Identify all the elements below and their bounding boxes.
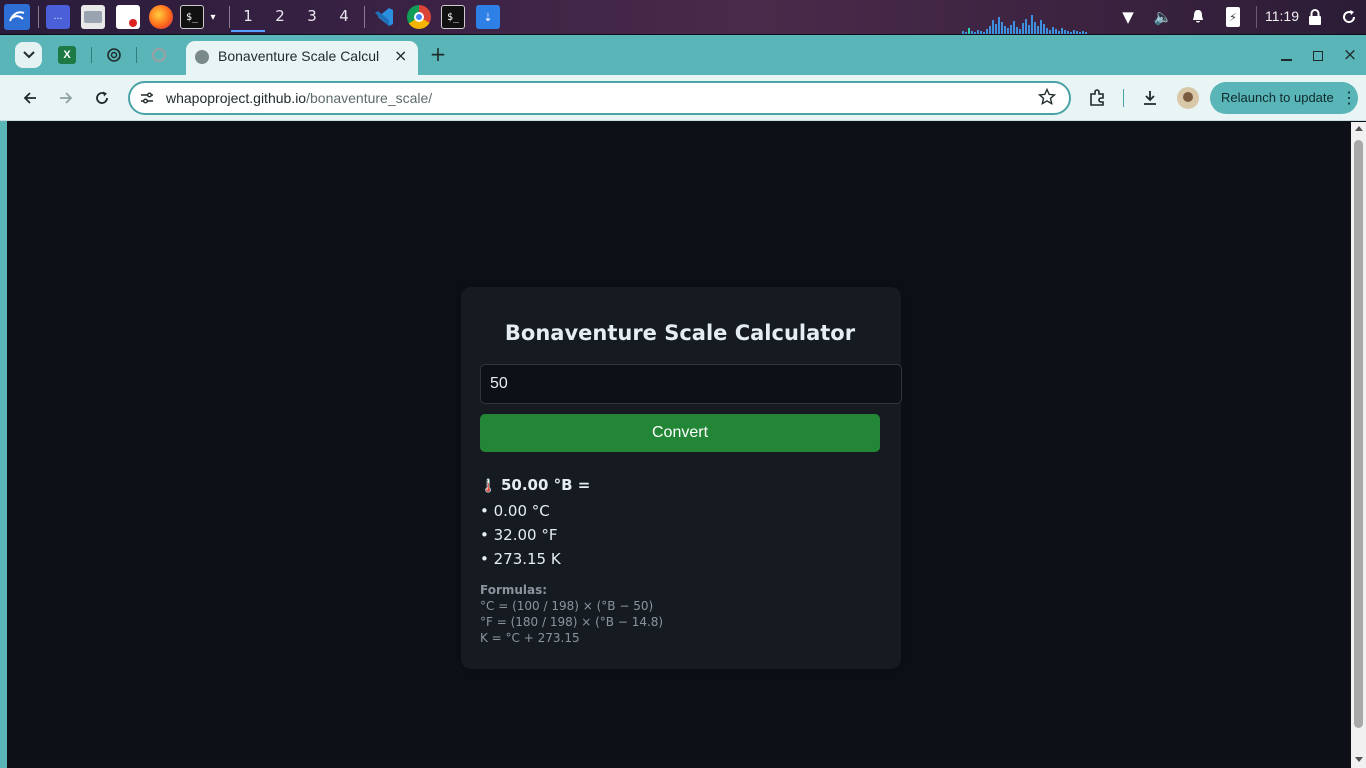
lock-icon[interactable] [1303,5,1327,29]
page-title: Bonaventure Scale Calculator [504,321,856,345]
text-editor-icon[interactable] [116,5,140,29]
extensions-icon[interactable] [1087,88,1107,108]
volume-icon[interactable]: 🔈 [1151,5,1175,29]
more-menu-icon[interactable]: ⋮ [1341,88,1357,108]
file-manager-icon[interactable] [81,5,105,29]
tab-bonaventure[interactable]: Bonaventure Scale Calcul × [186,41,418,75]
chrome-icon[interactable] [407,5,431,29]
scrollbar-thumb[interactable] [1354,140,1363,728]
notification-bell-icon[interactable] [1186,5,1210,29]
minimize-button[interactable] [1276,46,1296,66]
result-input-value: 50.00 °B = [500,476,591,494]
chevron-down-icon[interactable]: ▾ [206,5,220,29]
url-text[interactable]: whapoproject.github.io/bonaventure_scale… [166,90,432,106]
close-icon[interactable]: × [394,46,407,65]
result-celsius: • 0.00 °C [480,502,550,520]
downloads-folder-icon[interactable]: ⇣ [476,5,500,29]
tab-title: Bonaventure Scale Calcul [218,48,380,64]
taskbar: … $_ ▾ 1 2 3 4 $_ ⇣ ▼ 🔈 ⚡ 11:19 [0,0,1366,34]
audio-visualizer [962,10,1110,34]
result-kelvin: • 273.15 K [480,550,561,568]
formulas-section: Formulas: °C = (100 / 198) × (°B − 50) °… [480,582,663,646]
workspace-1[interactable]: 1 [231,7,265,32]
result-head: 🌡️ 50.00 °B = [480,473,590,499]
workspace-preview-icon[interactable]: … [46,5,70,29]
terminal-icon[interactable]: $_ [180,5,204,29]
site-info-icon[interactable] [139,90,155,106]
formulas-heading: Formulas: [480,583,548,597]
refresh-icon[interactable] [1337,5,1361,29]
result-panel: 🌡️ 50.00 °B = • 0.00 °C • 32.00 °F • 273… [480,473,590,571]
new-tab-button[interactable]: + [428,42,448,66]
excel-tab-icon[interactable]: X [58,46,76,64]
forward-button[interactable] [56,88,76,108]
chatgpt-tab-icon[interactable] [105,46,123,64]
formula-celsius: °C = (100 / 198) × (°B − 50) [480,599,654,613]
kali-menu-icon[interactable] [4,4,30,30]
calculator-card: Bonaventure Scale Calculator Convert 🌡️ … [461,287,902,669]
back-button[interactable] [20,88,40,108]
convert-button[interactable]: Convert [480,414,880,452]
window-border [0,35,7,768]
page-scrollbar[interactable] [1351,122,1366,768]
thermometer-icon: 🌡️ [480,479,497,494]
firefox-icon[interactable] [149,5,173,29]
muted-tab-icon[interactable] [150,46,168,64]
wifi-icon[interactable]: ▼ [1116,5,1140,29]
terminal-icon[interactable]: $_ [441,5,465,29]
globe-icon [195,50,209,64]
tab-search-button[interactable] [15,42,42,68]
relaunch-button[interactable]: Relaunch to update ⋮ [1210,82,1358,114]
address-bar[interactable]: whapoproject.github.io/bonaventure_scale… [128,81,1071,115]
workspace-2[interactable]: 2 [269,7,291,25]
vscode-icon[interactable] [372,5,396,29]
result-fahrenheit: • 32.00 °F [480,526,558,544]
bonaventure-input[interactable] [480,364,902,404]
formula-kelvin: K = °C + 273.15 [480,631,580,645]
reload-button[interactable] [92,88,112,108]
workspace-3[interactable]: 3 [301,7,323,25]
bookmark-star-icon[interactable] [1037,87,1058,108]
workspace-4[interactable]: 4 [333,7,355,25]
maximize-button[interactable] [1308,46,1328,66]
battery-icon[interactable]: ⚡ [1221,5,1245,29]
window-close-button[interactable]: × [1340,45,1360,65]
formula-fahrenheit: °F = (180 / 198) × (°B − 14.8) [480,615,664,629]
clock[interactable]: 11:19 [1265,8,1299,24]
profile-avatar[interactable] [1177,87,1199,109]
download-icon[interactable] [1140,88,1160,108]
